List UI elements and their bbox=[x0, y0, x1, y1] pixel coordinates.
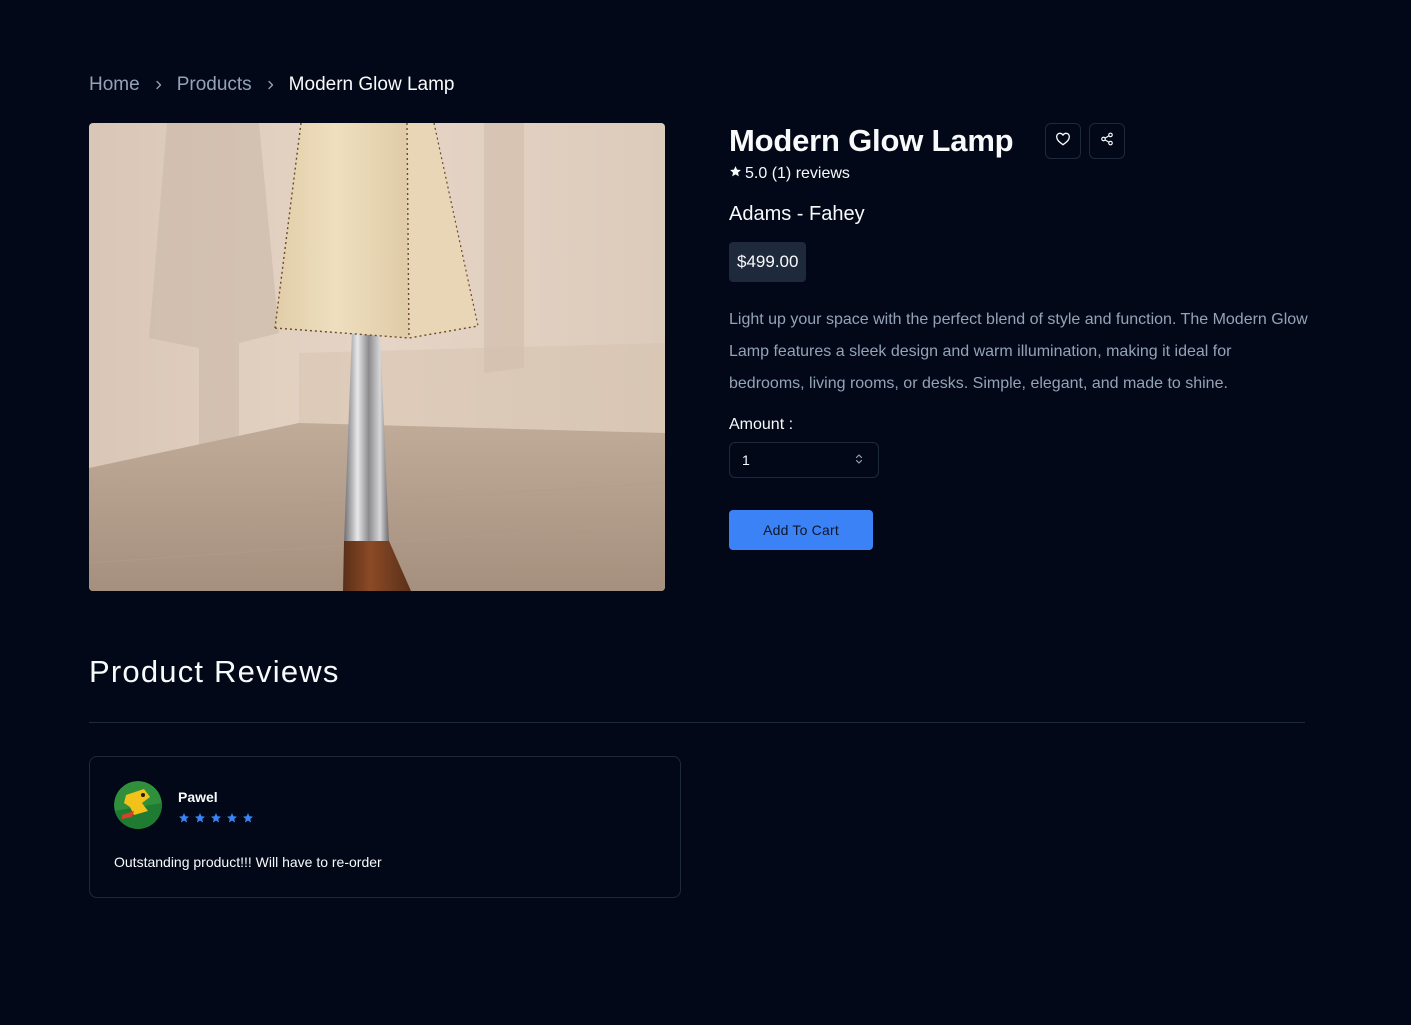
product-image bbox=[89, 123, 665, 591]
add-to-cart-button[interactable]: Add To Cart bbox=[729, 510, 873, 550]
review-text: Outstanding product!!! Will have to re-o… bbox=[114, 854, 382, 870]
chevron-right-icon bbox=[154, 78, 164, 92]
star-icon bbox=[178, 811, 190, 829]
share-icon bbox=[1100, 132, 1114, 151]
avatar bbox=[114, 781, 162, 829]
heart-icon bbox=[1055, 131, 1071, 152]
breadcrumb: Home Products Modern Glow Lamp bbox=[89, 73, 454, 97]
star-icon bbox=[210, 811, 222, 829]
title-row: Modern Glow Lamp bbox=[729, 123, 1309, 159]
reviewer-info: Pawel bbox=[178, 789, 254, 829]
amount-select[interactable]: 1 bbox=[729, 442, 879, 478]
price-badge: $499.00 bbox=[729, 242, 807, 282]
product-rating: 5.0 (1) reviews bbox=[729, 165, 1309, 183]
chevrons-up-down-icon bbox=[854, 452, 864, 468]
amount-label: Amount : bbox=[729, 416, 794, 433]
star-icon bbox=[226, 811, 238, 829]
amount-value: 1 bbox=[742, 452, 750, 468]
reviewer-name: Pawel bbox=[178, 789, 218, 805]
section-divider bbox=[89, 722, 1305, 723]
star-icon bbox=[194, 811, 206, 829]
chevron-right-icon bbox=[266, 78, 276, 92]
product-page: Home Products Modern Glow Lamp Modern Gl… bbox=[0, 0, 1411, 1025]
product-info: Modern Glow Lamp 5.0 (1) reviews Adams -… bbox=[729, 123, 1309, 550]
star-icon bbox=[729, 165, 742, 183]
breadcrumb-current: Modern Glow Lamp bbox=[288, 74, 455, 95]
star-icon bbox=[242, 811, 254, 829]
review-card: Pawel Outstanding product!!! Will have t… bbox=[89, 756, 681, 898]
favorite-button[interactable] bbox=[1045, 123, 1082, 159]
review-stars bbox=[178, 811, 254, 829]
breadcrumb-products[interactable]: Products bbox=[177, 73, 252, 97]
company-name: Adams - Fahey bbox=[729, 203, 865, 225]
product-title: Modern Glow Lamp bbox=[729, 123, 1014, 158]
breadcrumb-home[interactable]: Home bbox=[89, 73, 140, 97]
rating-text: 5.0 (1) reviews bbox=[745, 165, 850, 182]
product-description: Light up your space with the perfect ble… bbox=[729, 311, 1308, 392]
review-header: Pawel bbox=[114, 781, 254, 829]
reviews-heading: Product Reviews bbox=[89, 654, 340, 689]
share-button[interactable] bbox=[1089, 123, 1126, 159]
